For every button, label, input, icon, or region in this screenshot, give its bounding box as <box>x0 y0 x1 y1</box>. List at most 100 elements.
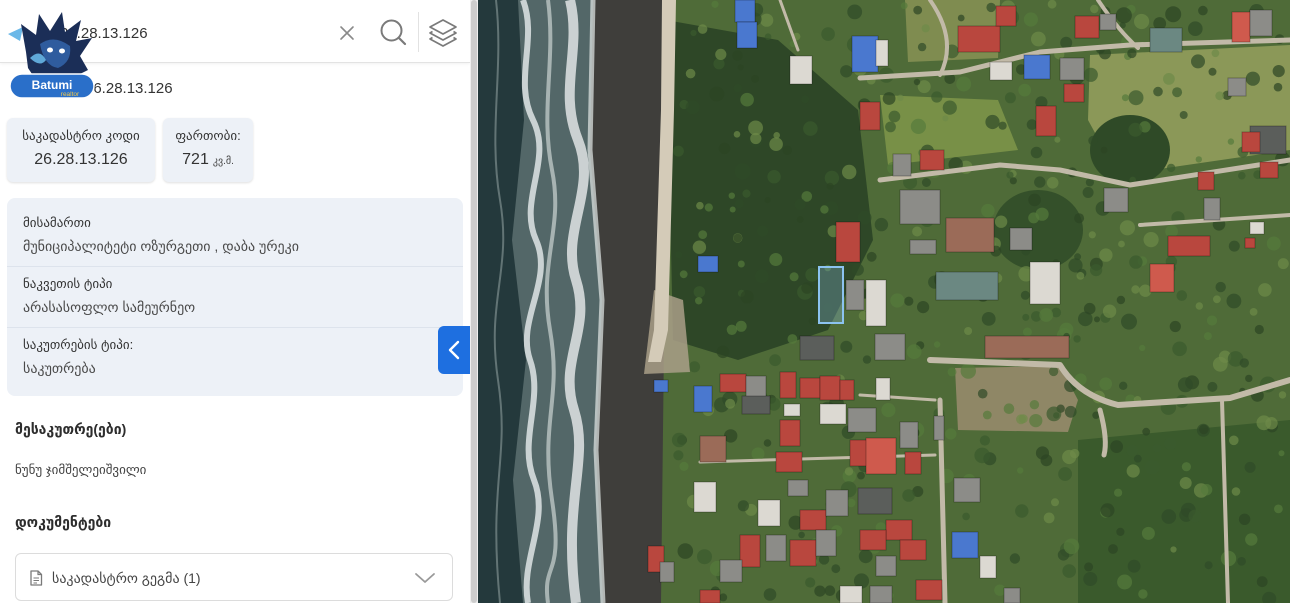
tree <box>1121 313 1137 330</box>
tree <box>740 290 754 304</box>
tree <box>1143 232 1159 248</box>
file-icon <box>30 570 43 586</box>
map-canvas[interactable] <box>478 0 1290 603</box>
tree <box>1039 308 1054 322</box>
tree <box>1208 67 1217 76</box>
tree <box>1181 462 1191 472</box>
clear-search-button[interactable] <box>336 22 358 44</box>
building <box>933 415 945 441</box>
search-button[interactable] <box>378 17 408 47</box>
tree <box>769 137 783 151</box>
tree <box>814 585 826 597</box>
tree <box>998 121 1007 130</box>
tree <box>986 2 996 13</box>
tree <box>1195 156 1202 163</box>
tree <box>803 121 818 136</box>
building <box>1203 197 1221 221</box>
tree <box>921 178 931 187</box>
building <box>787 479 809 497</box>
building <box>697 255 719 273</box>
building <box>1035 105 1057 137</box>
tree <box>1031 31 1046 47</box>
logo-eye <box>47 47 53 53</box>
tree <box>1278 391 1287 399</box>
building <box>734 0 756 23</box>
satellite-map[interactable] <box>478 0 1290 603</box>
tree <box>1211 49 1220 58</box>
selected-parcel-highlight[interactable] <box>818 266 844 324</box>
panel-scrollbar[interactable] <box>470 0 478 603</box>
tree <box>1083 572 1098 586</box>
tree <box>728 192 735 199</box>
tree <box>688 361 701 373</box>
tree <box>1179 111 1188 119</box>
tree <box>902 489 915 502</box>
tree <box>1138 589 1148 599</box>
tree <box>1094 316 1100 323</box>
building <box>904 451 922 475</box>
tree <box>1144 459 1160 475</box>
tree <box>1053 412 1060 419</box>
tree <box>1128 90 1144 106</box>
building <box>835 221 861 263</box>
tree <box>1274 504 1283 514</box>
tree <box>1118 240 1125 248</box>
tree <box>673 450 684 461</box>
building <box>693 481 717 513</box>
tree <box>1199 424 1209 435</box>
building <box>899 421 919 449</box>
tree <box>1152 443 1162 453</box>
tree <box>737 64 744 71</box>
tree <box>1249 308 1258 316</box>
layers-button[interactable] <box>427 16 459 48</box>
tree <box>769 253 783 266</box>
tree <box>1083 67 1098 82</box>
tree <box>1099 248 1113 262</box>
building <box>765 534 787 562</box>
search-input[interactable] <box>60 19 322 47</box>
building <box>909 239 937 255</box>
tree <box>767 170 781 184</box>
building <box>825 489 849 517</box>
tree <box>732 50 743 61</box>
tree <box>1239 358 1249 368</box>
building <box>789 539 817 567</box>
building <box>719 373 747 393</box>
tree <box>697 24 708 34</box>
tree <box>933 341 941 348</box>
tree <box>1204 561 1213 570</box>
tree <box>1119 220 1135 236</box>
tree <box>1083 302 1096 315</box>
area-card: ფართობი: 721 კვ.მ. <box>163 118 253 182</box>
tree <box>734 163 751 180</box>
building <box>869 585 893 603</box>
tree <box>685 100 700 115</box>
scrollbar-thumb[interactable] <box>471 0 477 603</box>
tree <box>1017 467 1024 474</box>
chevron-down-icon[interactable] <box>414 568 436 588</box>
building <box>847 407 877 433</box>
tree <box>737 500 749 512</box>
tree <box>704 203 713 212</box>
tree <box>1172 87 1183 98</box>
tree <box>1215 281 1226 293</box>
collapse-panel-button[interactable] <box>438 326 470 374</box>
tree <box>1126 464 1140 478</box>
building <box>851 35 879 73</box>
building <box>919 149 945 171</box>
batumi-realtor-logo: Batumi realtor <box>8 12 95 99</box>
building <box>1249 221 1265 235</box>
tree <box>1165 6 1182 23</box>
parcel-type-value: არასასოფლო სამეურნეო <box>23 299 196 315</box>
building <box>719 559 743 583</box>
tree <box>742 189 751 198</box>
tree <box>1254 324 1264 335</box>
document-accordion-cadastral-plan[interactable]: საკადასტრო გეგმა (1) <box>15 553 453 601</box>
tree <box>733 83 742 93</box>
building <box>875 39 889 67</box>
tree <box>1153 86 1163 97</box>
tree <box>840 340 853 353</box>
building <box>989 61 1013 81</box>
tree <box>1034 176 1046 188</box>
building <box>699 589 721 603</box>
